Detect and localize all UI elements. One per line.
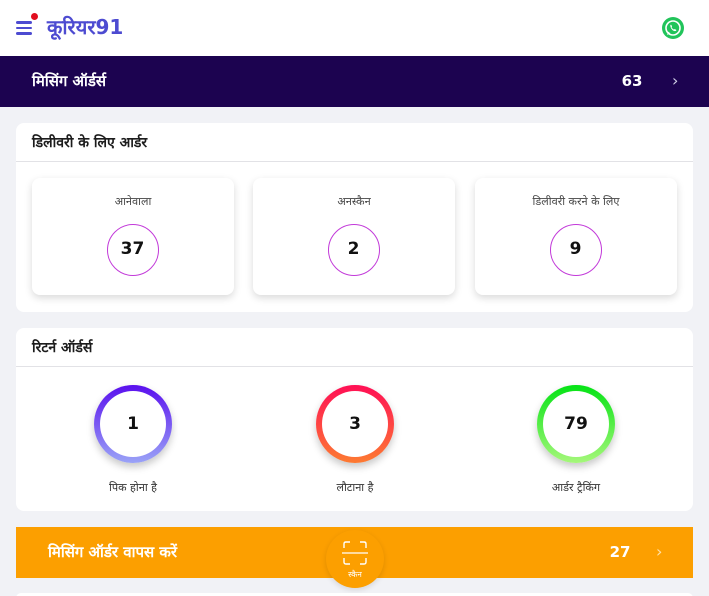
scan-button[interactable]: स्कैन — [326, 530, 384, 588]
app-logo: कूरियर91 — [47, 15, 124, 39]
missing-orders-count: 63 — [621, 72, 643, 90]
return-stat-label: पिक होना है — [108, 481, 158, 494]
stat-value: 1 — [127, 414, 139, 434]
stat-ring: 2 — [328, 224, 380, 276]
returns-card-title: रिटर्न ऑर्डर्स — [32, 340, 93, 356]
missing-orders-bar[interactable]: मिसिंग ऑर्डर्स 63 › — [0, 56, 709, 107]
divider — [16, 161, 693, 162]
return-stat-label: लौटाना है — [336, 481, 374, 494]
scan-label: स्कैन — [348, 570, 362, 579]
stat-card-incoming[interactable]: आनेवाला 37 — [32, 178, 234, 295]
chevron-right-icon: › — [656, 542, 663, 561]
stat-value: 3 — [349, 414, 361, 434]
divider — [16, 366, 693, 367]
scan-frame-icon — [342, 541, 368, 565]
return-stat-pickup[interactable]: 1 — [94, 385, 172, 463]
stat-label: आनेवाला — [114, 195, 152, 208]
whatsapp-icon[interactable] — [662, 17, 684, 39]
return-stat-to-return[interactable]: 3 — [316, 385, 394, 463]
stat-ring: 9 — [550, 224, 602, 276]
stat-label: डिलीवरी करने के लिए — [532, 195, 620, 208]
delivery-card-title: डिलीवरी के लिए आर्डर — [32, 135, 148, 151]
return-stat-tracking[interactable]: 79 — [537, 385, 615, 463]
delivery-orders-card: डिलीवरी के लिए आर्डर आनेवाला 37 अनस्कैन … — [16, 123, 693, 312]
stat-card-unscanned[interactable]: अनस्कैन 2 — [253, 178, 455, 295]
chevron-right-icon: › — [672, 71, 679, 90]
missing-orders-label: मिसिंग ऑर्डर्स — [32, 72, 107, 90]
app-header: कूरियर91 — [0, 0, 709, 56]
stat-value: 2 — [347, 239, 360, 259]
return-stat-label: आर्डर ट्रैकिंग — [551, 481, 601, 494]
stat-value: 37 — [120, 239, 145, 259]
notification-dot — [31, 13, 38, 20]
stat-label: अनस्कैन — [337, 195, 371, 208]
return-missing-label: मिसिंग ऑर्डर वापस करें — [48, 543, 178, 561]
stat-value: 79 — [564, 414, 588, 434]
stat-ring: 37 — [107, 224, 159, 276]
stat-card-to-deliver[interactable]: डिलीवरी करने के लिए 9 — [475, 178, 677, 295]
return-missing-count: 27 — [609, 543, 631, 561]
return-orders-card: रिटर्न ऑर्डर्स 1 पिक होना है 3 लौटाना है… — [16, 328, 693, 511]
hamburger-menu-icon[interactable] — [16, 21, 32, 35]
stat-value: 9 — [569, 239, 582, 259]
